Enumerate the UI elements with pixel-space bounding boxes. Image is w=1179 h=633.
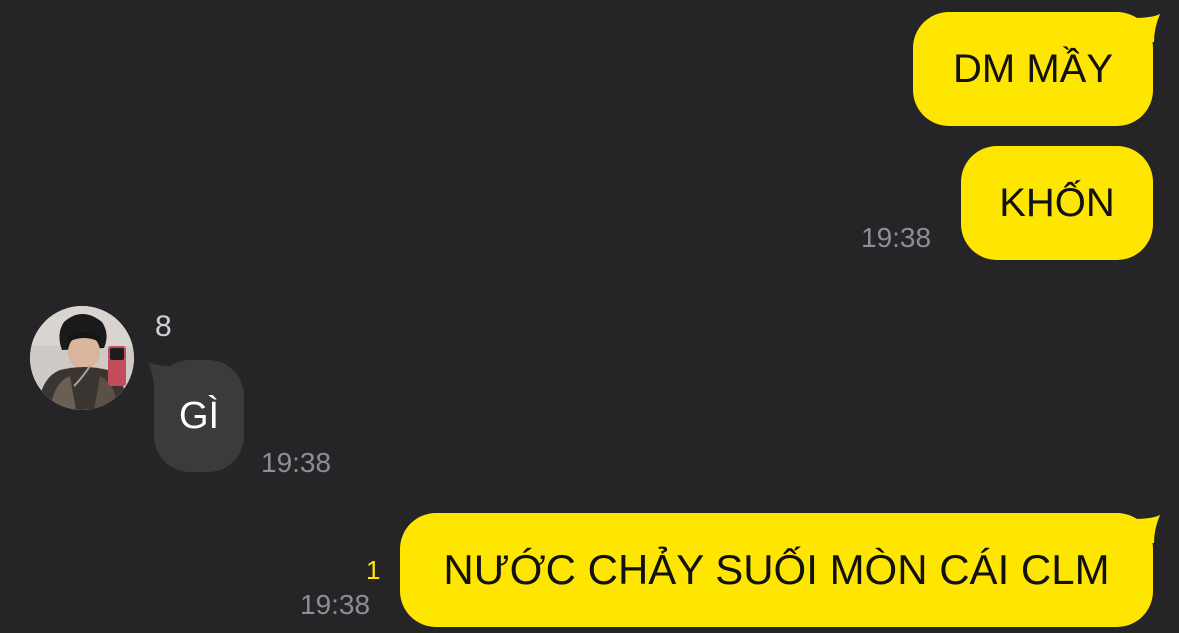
message-timestamp: 19:38 — [261, 447, 332, 478]
message-bubble-outgoing[interactable]: NƯỚC CHẢY SUỐI MÒN CÁI CLM — [400, 513, 1153, 627]
bubble-tail — [1134, 515, 1160, 543]
message-bubble-outgoing[interactable]: KHỐN — [961, 146, 1153, 260]
unread-count: 1 — [366, 555, 381, 585]
user-avatar-photo — [30, 306, 134, 410]
message-bubble-outgoing[interactable]: DM MẦY — [913, 12, 1153, 126]
message-text: NƯỚC CHẢY SUỐI MÒN CÁI CLM — [443, 546, 1110, 593]
bubble-tail — [148, 362, 174, 390]
sender-avatar[interactable] — [30, 306, 134, 410]
bubble-tail — [1134, 14, 1160, 42]
message-text: GÌ — [178, 395, 220, 437]
message-timestamp: 19:38 — [861, 222, 932, 253]
sender-name: 8 — [155, 310, 172, 343]
message-text: KHỐN — [999, 181, 1115, 225]
message-text: DM MẦY — [953, 47, 1113, 91]
message-timestamp: 19:38 — [300, 589, 371, 620]
